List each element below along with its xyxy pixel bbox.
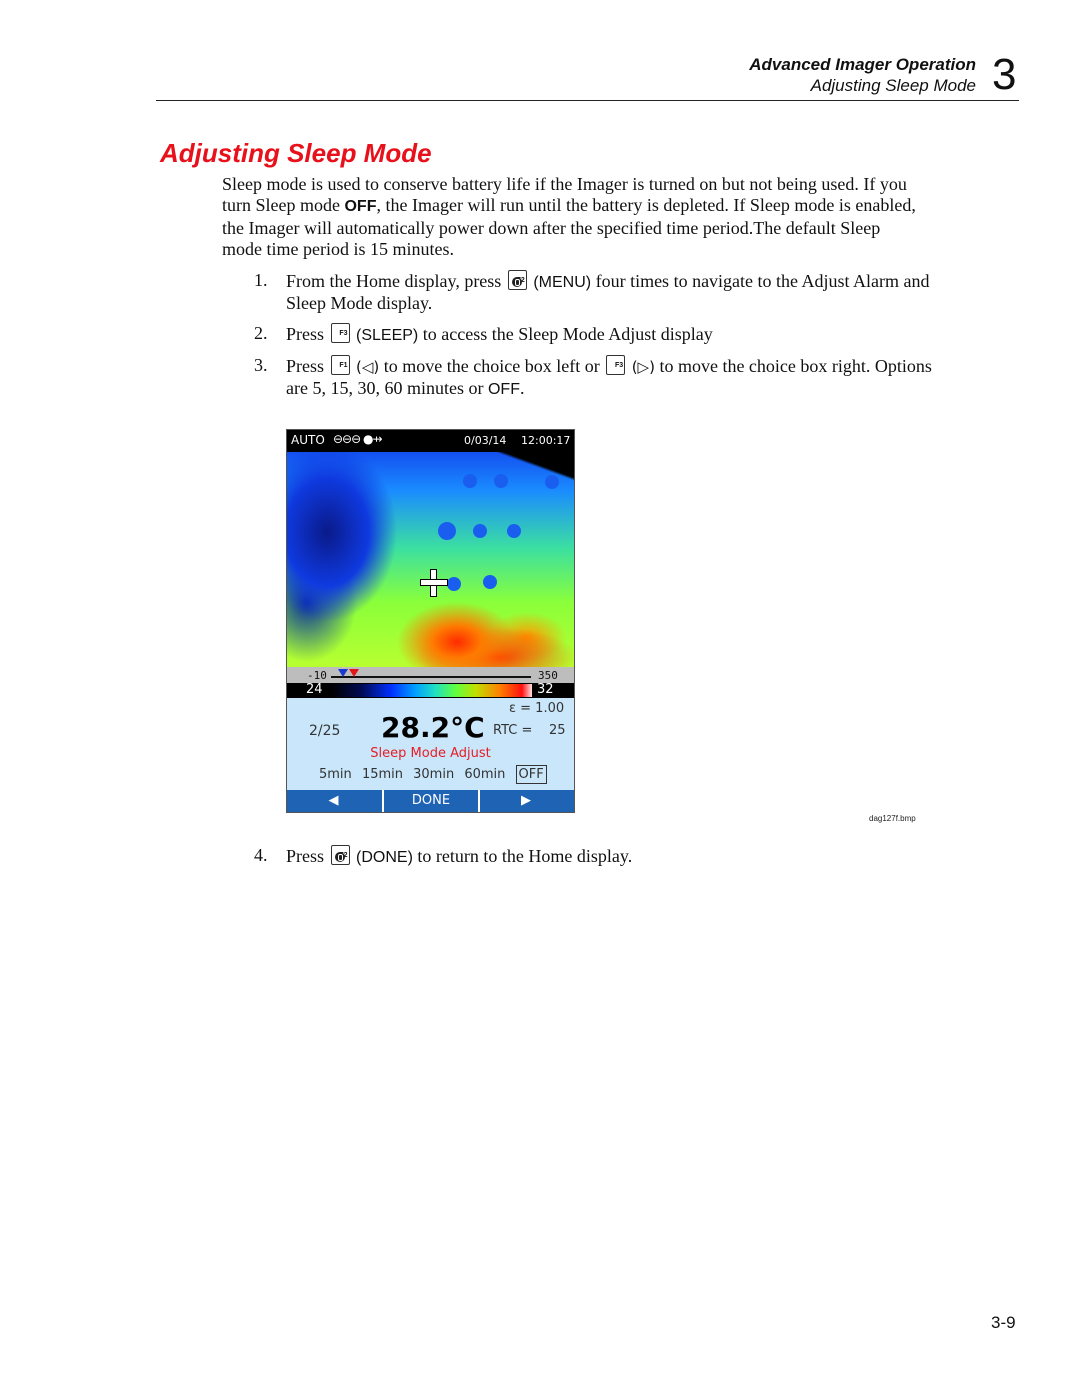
step-text: to return to the Home display. (412, 846, 633, 866)
power-icon (511, 277, 522, 287)
option-30min[interactable]: 30min (413, 767, 454, 782)
image-count: 2/25 (309, 723, 341, 739)
status-bar: AUTO ⊖⊖⊖ ●⇸ 0/03/14 12:00:17 (287, 430, 574, 452)
cool-spot (447, 577, 461, 591)
rtc-value: 25 (549, 723, 566, 738)
right-arrow-icon: (▷) (631, 358, 655, 376)
option-off-selected[interactable]: OFF (515, 765, 547, 784)
off-keyword: OFF (344, 198, 377, 216)
cool-spot (507, 524, 521, 538)
step-number: 3. (254, 355, 268, 375)
key-function: (MENU) (533, 274, 592, 291)
center-temperature: 28.2°C (381, 711, 485, 744)
date: 0/03/14 (464, 434, 507, 447)
intro-paragraph: Sleep mode is used to conserve battery l… (222, 174, 922, 260)
range-track (331, 676, 531, 678)
f2-key-icon: F2 (507, 270, 527, 290)
cool-spot (494, 474, 508, 488)
option-60min[interactable]: 60min (464, 767, 505, 782)
power-icon (334, 852, 345, 862)
step-4: 4. Press F2 (DONE) to return to the Home… (254, 845, 934, 868)
chapter-title: Advanced Imager Operation (749, 55, 976, 74)
menu-title: Sleep Mode Adjust (370, 746, 491, 761)
rtc-label: RTC = (493, 723, 533, 738)
f2-key-icon: F2 (330, 845, 350, 865)
step-text: From the Home display, press (286, 271, 506, 291)
step-1: 1. From the Home display, press F2 (MENU… (254, 270, 934, 315)
f1-key-icon: F1 (330, 355, 350, 375)
cool-spot (483, 575, 497, 589)
step-text: Press (286, 324, 329, 344)
f3-key-icon: F3 (606, 355, 626, 375)
step-3: 3. Press F1 (◁) to move the choice box l… (254, 355, 934, 401)
level-marker-red (349, 669, 359, 677)
softkey-bar: ◀ DONE ▶ (287, 790, 574, 812)
off-keyword: OFF (487, 381, 520, 399)
option-5min[interactable]: 5min (319, 767, 352, 782)
cool-spot (438, 522, 456, 540)
cool-spot (463, 474, 477, 488)
focus-mode: AUTO (291, 433, 325, 447)
section-subtitle: Adjusting Sleep Mode (810, 76, 976, 95)
palette-high: 32 (537, 682, 554, 697)
figure-caption: dag127f.bmp (869, 814, 916, 823)
step-text: Press (286, 356, 329, 376)
step-text: Press (286, 846, 329, 866)
cool-spot (473, 524, 487, 538)
level-marker-blue (338, 669, 348, 677)
section-title: Adjusting Sleep Mode (160, 138, 432, 168)
step-2: 2. Press F3 (SLEEP) to access the Sleep … (254, 323, 934, 346)
header-rule (156, 100, 1019, 101)
emissivity: ε = 1.00 (509, 701, 565, 716)
softkey-left[interactable]: ◀ (287, 790, 380, 812)
running-header: Advanced Imager Operation Adjusting Slee… (749, 54, 976, 96)
key-label: F3 (615, 362, 624, 369)
info-panel: ε = 1.00 2/25 28.2°C RTC = 25 Sleep Mode… (287, 698, 574, 790)
range-high: 350 (538, 669, 558, 682)
chapter-number: 3 (992, 50, 1017, 99)
step-number: 2. (254, 323, 268, 343)
palette-gradient (331, 684, 532, 697)
key-label: F3 (339, 330, 348, 337)
palette-low: 24 (306, 682, 323, 697)
palette-bar: 24 32 (287, 682, 574, 698)
thermal-image (287, 452, 574, 667)
key-function: (DONE) (356, 849, 413, 866)
softkey-done[interactable]: DONE (382, 790, 480, 812)
option-15min[interactable]: 15min (362, 767, 403, 782)
time: 12:00:17 (521, 434, 571, 447)
step-text: to access the Sleep Mode Adjust display (418, 324, 713, 344)
softkey-right[interactable]: ▶ (478, 790, 574, 812)
crosshair-icon (420, 569, 448, 597)
step-number: 4. (254, 845, 268, 865)
key-label: F1 (339, 362, 348, 369)
f3-key-icon: F3 (330, 323, 350, 343)
left-arrow-icon: (◁) (356, 358, 380, 376)
step-text: to move the choice box left or (379, 356, 605, 376)
cool-spot (545, 475, 559, 489)
step-text: . (519, 378, 525, 399)
battery-usb-icons: ⊖⊖⊖ ●⇸ (333, 432, 383, 446)
range-low: -10 (307, 669, 327, 682)
page-number: 3-9 (991, 1313, 1016, 1332)
temperature-range-bar: -10 350 (287, 667, 574, 683)
step-number: 1. (254, 270, 268, 290)
sleep-options: 5min 15min 30min 60min OFF (319, 765, 547, 784)
imager-screen-figure: AUTO ⊖⊖⊖ ●⇸ 0/03/14 12:00:17 -10 350 24 … (286, 429, 575, 813)
key-function: (SLEEP) (356, 327, 419, 344)
